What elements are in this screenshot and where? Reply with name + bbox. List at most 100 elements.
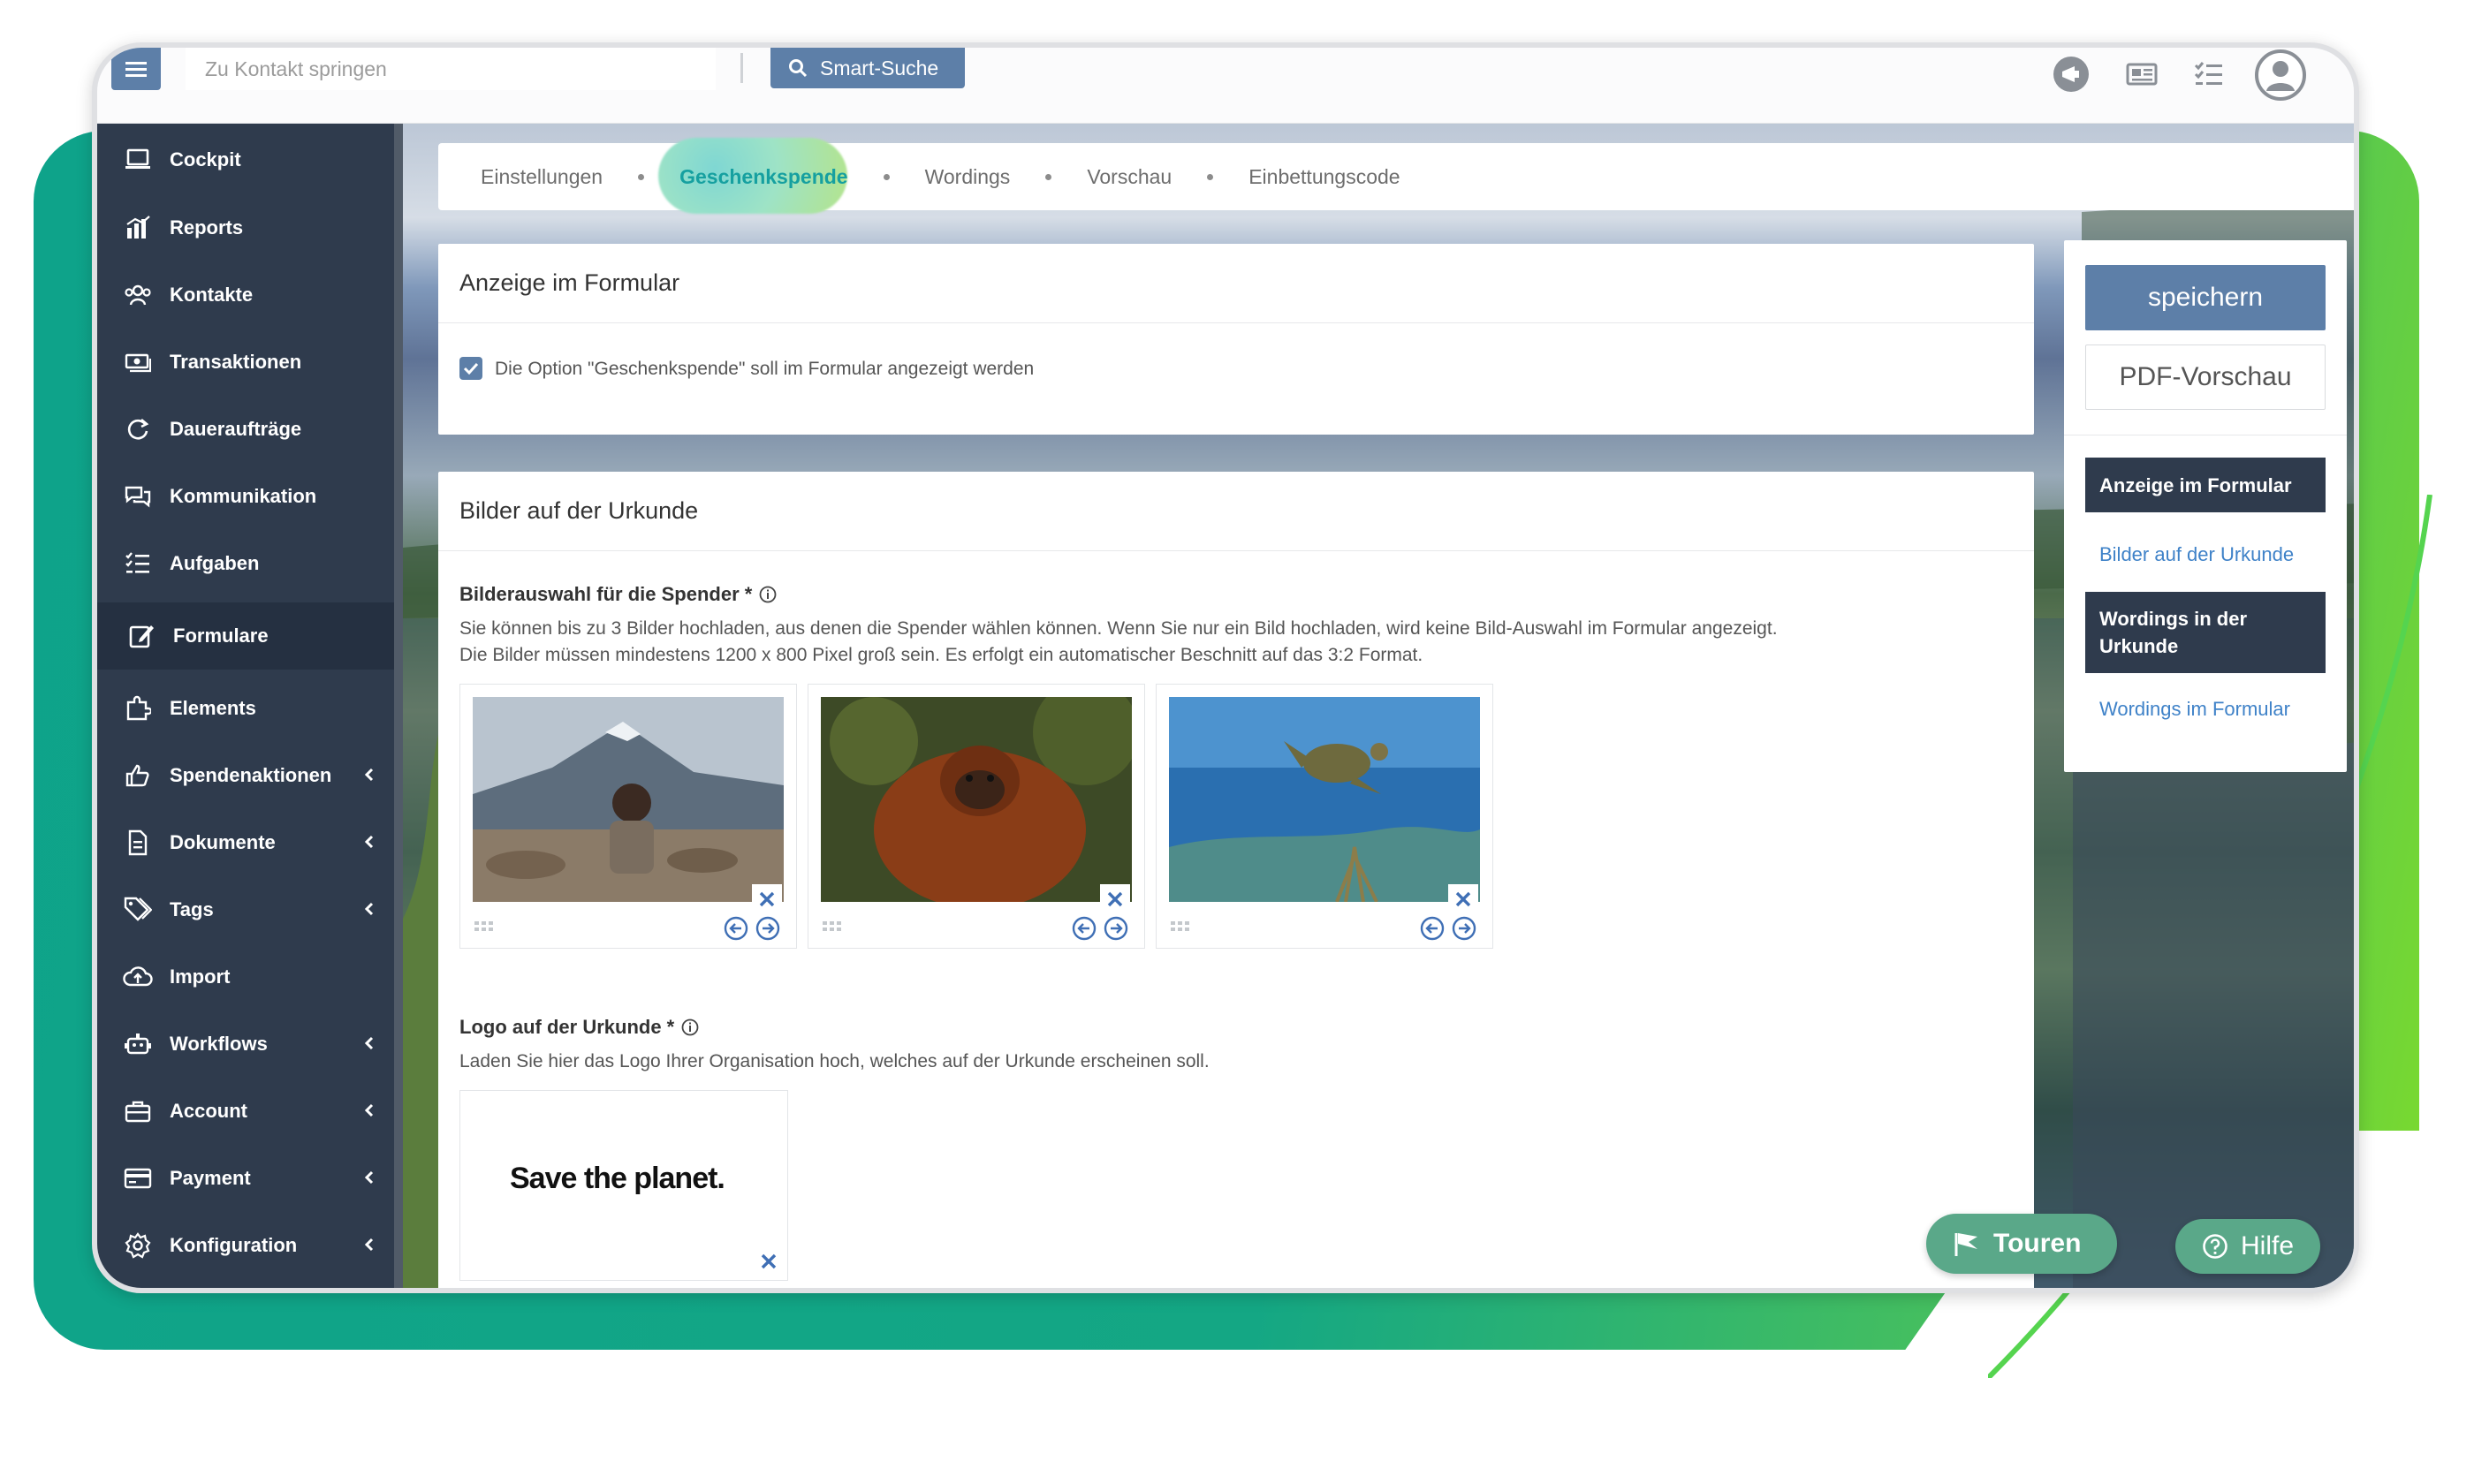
sidebar-item-account[interactable]: Account: [97, 1083, 394, 1140]
sidebar-item-cockpit[interactable]: Cockpit: [97, 132, 394, 188]
help-button[interactable]: Hilfe: [2175, 1219, 2320, 1274]
sidebar-item-aufgaben[interactable]: Aufgaben: [97, 535, 394, 592]
sidebar: Cockpit Reports Kontakte Transaktionen D…: [97, 124, 394, 1288]
app-window: Smart-Suche Cockpit Reports Kontakte: [92, 42, 2359, 1293]
sidebar-item-label: Transaktionen: [170, 351, 302, 373]
arrow-right-circle-icon[interactable]: [755, 916, 780, 941]
sidebar-item-dokumente[interactable]: Dokumente: [97, 814, 394, 871]
remove-image-button[interactable]: [752, 884, 782, 914]
sidebar-item-label: Account: [170, 1100, 247, 1122]
announcements-button[interactable]: [2050, 53, 2092, 95]
sidebar-item-spendenaktionen[interactable]: Spendenaktionen: [97, 747, 394, 804]
smart-search-button[interactable]: Smart-Suche: [770, 48, 965, 88]
card-anzeige-title: Anzeige im Formular: [438, 244, 2034, 323]
tab-einstellungen[interactable]: Einstellungen: [468, 143, 615, 210]
logo-image: Save the planet.: [510, 1162, 725, 1195]
info-icon[interactable]: [759, 586, 777, 603]
arrow-left-circle-icon[interactable]: [1420, 916, 1445, 941]
tab-einbettungscode[interactable]: Einbettungscode: [1236, 143, 1412, 210]
tab-wordings[interactable]: Wordings: [913, 143, 1023, 210]
news-button[interactable]: [2121, 53, 2163, 95]
close-icon: [1107, 891, 1123, 907]
document-icon: [128, 829, 148, 856]
menu-toggle-button[interactable]: [111, 48, 161, 90]
sidebar-item-payment[interactable]: Payment: [97, 1150, 394, 1207]
gear-icon: [125, 1232, 151, 1259]
briefcase-icon: [125, 1101, 151, 1123]
sidebar-item-formulare[interactable]: Formulare: [97, 602, 394, 670]
remove-logo-button[interactable]: [754, 1246, 784, 1276]
topbar-divider: [740, 53, 743, 83]
drag-handle-icon[interactable]: [823, 921, 842, 932]
image-help-line-2: Die Bilder müssen mindestens 1200 x 800 …: [459, 645, 1423, 665]
section-nav-wordings-urkunde[interactable]: Wordings in der Urkunde: [2085, 592, 2326, 673]
uploaded-image-turtle: [1169, 697, 1480, 902]
top-bar: Smart-Suche: [97, 48, 2354, 124]
arrow-right-circle-icon[interactable]: [1104, 916, 1128, 941]
remove-image-button[interactable]: [1100, 884, 1130, 914]
uploaded-image-child: [473, 697, 784, 902]
sidebar-item-workflows[interactable]: Workflows: [97, 1016, 394, 1072]
arrow-left-circle-icon[interactable]: [1072, 916, 1097, 941]
robot-icon: [125, 1034, 151, 1055]
edit-icon: [129, 625, 154, 648]
sidebar-item-tags[interactable]: Tags: [97, 882, 394, 938]
chevron-left-icon: [364, 1036, 374, 1050]
chevron-left-icon: [364, 1103, 374, 1117]
tours-button[interactable]: Touren: [1926, 1214, 2117, 1274]
pdf-preview-button[interactable]: PDF-Vorschau: [2085, 344, 2326, 410]
sidebar-item-kommunikation[interactable]: Kommunikation: [97, 468, 394, 525]
sidebar-item-label: Aufgaben: [170, 552, 260, 574]
help-label: Hilfe: [2241, 1231, 2295, 1261]
search-icon: [789, 59, 808, 78]
credit-card-icon: [124, 1168, 152, 1189]
drag-handle-icon[interactable]: [474, 921, 494, 932]
section-nav-wordings-formular[interactable]: Wordings im Formular: [2085, 691, 2326, 726]
tours-label: Touren: [1993, 1229, 2082, 1258]
chevron-left-icon: [364, 835, 374, 849]
sidebar-item-label: Tags: [170, 898, 214, 920]
section-nav-anzeige[interactable]: Anzeige im Formular: [2085, 458, 2326, 512]
card-anzeige: Anzeige im Formular Die Option "Geschenk…: [438, 244, 2034, 435]
tab-vorschau[interactable]: Vorschau: [1074, 143, 1184, 210]
checklist-icon: [2194, 62, 2222, 85]
chevron-left-icon: [364, 768, 374, 782]
flag-icon: [1954, 1233, 1977, 1256]
close-icon: [759, 891, 775, 907]
sidebar-item-dauerauftraege[interactable]: Daueraufträge: [97, 401, 394, 458]
sidebar-item-transaktionen[interactable]: Transaktionen: [97, 334, 394, 390]
close-icon: [761, 1253, 777, 1269]
arrow-right-circle-icon[interactable]: [1452, 916, 1476, 941]
sidebar-item-konfiguration[interactable]: Konfiguration: [97, 1217, 394, 1274]
section-nav-bilder[interactable]: Bilder auf der Urkunde: [2085, 523, 2326, 585]
question-icon: [2203, 1234, 2227, 1259]
reorder-controls: [724, 916, 780, 941]
sidebar-item-reports[interactable]: Reports: [97, 200, 394, 256]
tasks-button[interactable]: [2188, 53, 2230, 95]
tags-icon: [124, 897, 152, 921]
reorder-controls: [1072, 916, 1128, 941]
reorder-controls: [1420, 916, 1476, 941]
save-button[interactable]: speichern: [2085, 265, 2326, 330]
laptop-icon: [125, 148, 150, 169]
drag-handle-icon[interactable]: [1171, 921, 1190, 932]
sidebar-item-kontakte[interactable]: Kontakte: [97, 267, 394, 323]
info-icon[interactable]: [681, 1018, 699, 1036]
image-selection-label: Bilderauswahl für die Spender *: [459, 583, 777, 606]
sidebar-item-import[interactable]: Import: [97, 949, 394, 1005]
contact-jump-input[interactable]: [186, 48, 716, 90]
show-option-checkbox[interactable]: [459, 357, 482, 380]
remove-image-button[interactable]: [1448, 884, 1478, 914]
user-avatar-button[interactable]: [2253, 48, 2308, 102]
chat-icon: [125, 486, 151, 508]
chevron-left-icon: [364, 1170, 374, 1185]
users-icon: [125, 284, 151, 306]
sidebar-item-elements[interactable]: Elements: [97, 680, 394, 737]
sidebar-item-label: Reports: [170, 216, 244, 238]
tab-geschenkspende[interactable]: Geschenkspende: [658, 138, 860, 214]
logo-help: Laden Sie hier das Logo Ihrer Organisati…: [459, 1051, 1210, 1071]
sidebar-item-label: Elements: [170, 697, 256, 719]
sidebar-scrollbar[interactable]: [394, 124, 403, 1288]
money-icon: [125, 353, 151, 373]
arrow-left-circle-icon[interactable]: [724, 916, 748, 941]
